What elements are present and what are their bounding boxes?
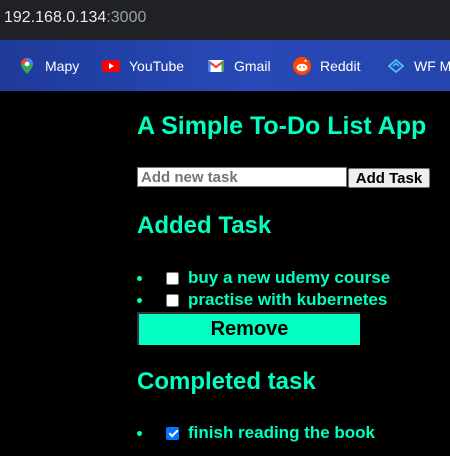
bullet bbox=[137, 430, 142, 436]
bookmark-youtube[interactable]: YouTube bbox=[102, 40, 184, 91]
wf-icon bbox=[387, 57, 405, 75]
bookmark-label: Mapy bbox=[45, 57, 80, 74]
gmail-icon bbox=[207, 57, 225, 75]
youtube-icon bbox=[102, 57, 120, 75]
add-task-button[interactable]: Add Task bbox=[348, 168, 430, 188]
bookmark-wf[interactable]: WF M bbox=[387, 40, 450, 91]
completed-task-heading: Completed task bbox=[137, 368, 316, 395]
bullet bbox=[137, 275, 142, 281]
url-host: 192.168.0.134 bbox=[4, 9, 107, 26]
bookmark-label: Gmail bbox=[234, 57, 271, 74]
task-checkbox[interactable] bbox=[166, 293, 179, 307]
bookmark-label: Reddit bbox=[320, 57, 361, 74]
task-label: finish reading the book bbox=[188, 423, 376, 442]
task-checkbox-checked[interactable] bbox=[166, 426, 179, 440]
address-bar[interactable]: 192.168.0.134:3000 bbox=[0, 0, 450, 40]
page-content: A Simple To-Do List App Add Task Added T… bbox=[0, 91, 450, 456]
list-item: buy a new udemy course bbox=[137, 268, 390, 288]
new-task-input[interactable] bbox=[137, 167, 347, 187]
list-item: practise with kubernetes bbox=[137, 290, 387, 310]
bookmark-label: YouTube bbox=[129, 57, 185, 74]
bullet bbox=[137, 297, 142, 303]
reddit-icon bbox=[293, 56, 311, 75]
bookmark-reddit[interactable]: Reddit bbox=[293, 40, 360, 91]
remove-button[interactable]: Remove bbox=[137, 312, 360, 345]
page-title: A Simple To-Do List App bbox=[137, 112, 427, 140]
map-pin-icon bbox=[18, 57, 36, 75]
task-label: practise with kubernetes bbox=[188, 290, 388, 309]
list-item: finish reading the book bbox=[137, 423, 375, 443]
url-text[interactable]: 192.168.0.134:3000 bbox=[4, 9, 146, 27]
bookmark-label: WF M bbox=[414, 57, 450, 74]
bookmark-gmail[interactable]: Gmail bbox=[207, 40, 271, 91]
task-checkbox[interactable] bbox=[166, 271, 179, 285]
added-task-heading: Added Task bbox=[137, 212, 272, 239]
task-label: buy a new udemy course bbox=[188, 268, 391, 287]
bookmarks-bar: Mapy YouTube Gmail Reddit WF M bbox=[0, 40, 450, 91]
url-port: :3000 bbox=[106, 9, 147, 26]
bookmark-mapy[interactable]: Mapy bbox=[18, 40, 79, 91]
